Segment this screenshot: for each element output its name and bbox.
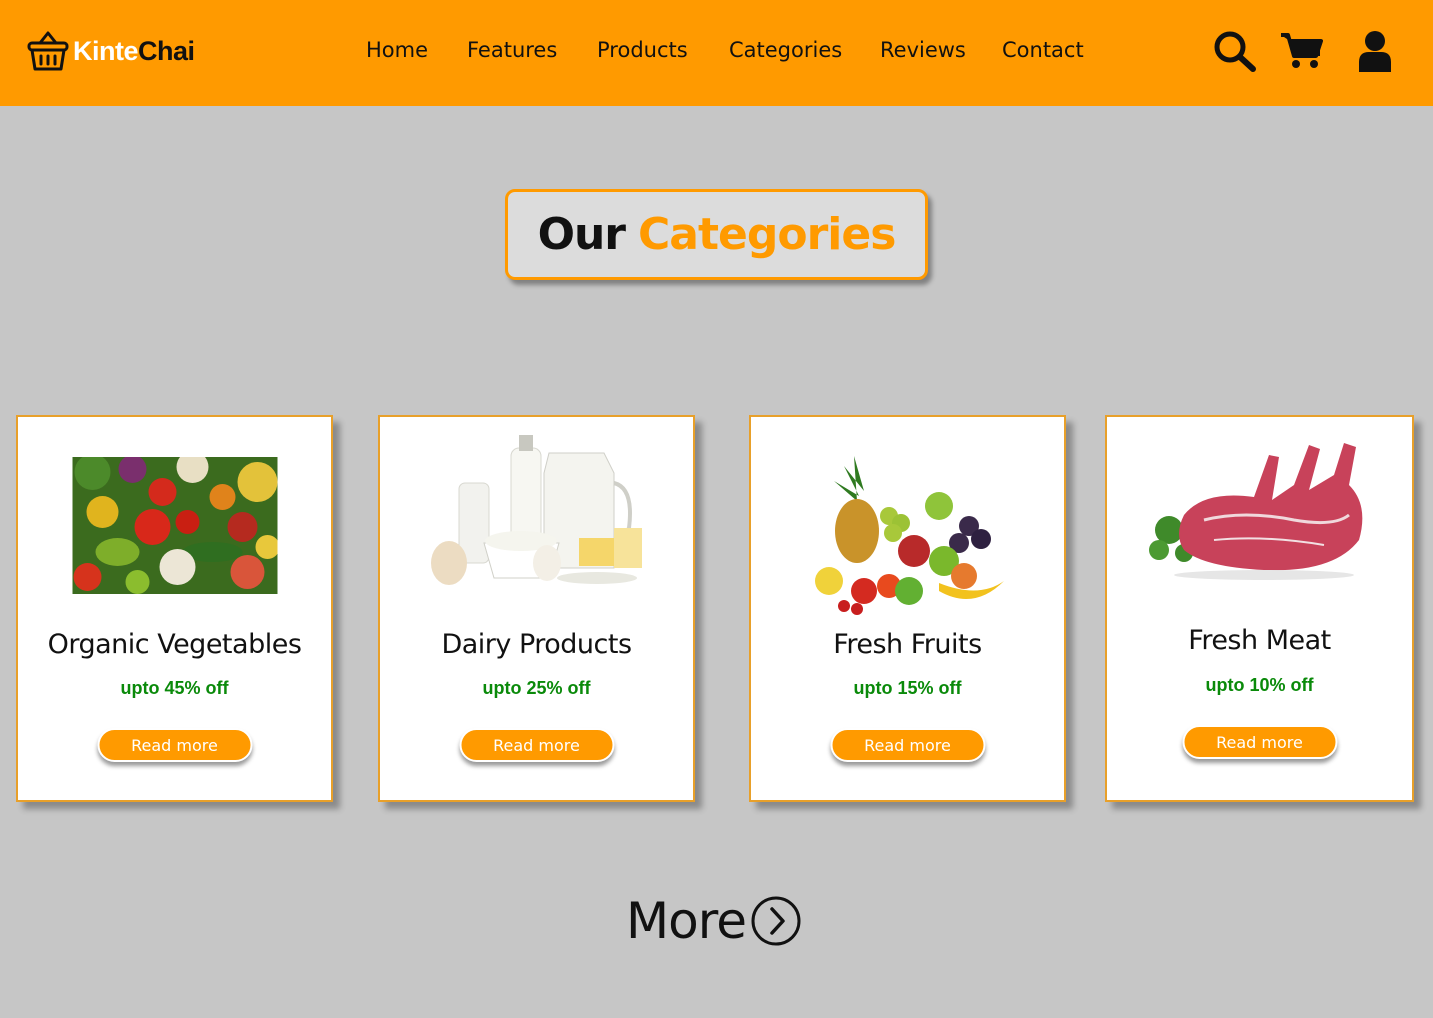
meat-image bbox=[1148, 443, 1362, 580]
vegetables-image bbox=[72, 457, 277, 594]
section-title: Our Categories bbox=[505, 189, 928, 280]
nav-contact[interactable]: Contact bbox=[1002, 38, 1084, 62]
read-more-button[interactable]: Read more bbox=[830, 728, 985, 762]
user-icon[interactable] bbox=[1357, 30, 1393, 72]
card-discount: upto 10% off bbox=[1205, 675, 1314, 695]
card-title: Organic Vegetables bbox=[47, 629, 302, 660]
card-discount: upto 45% off bbox=[120, 678, 229, 698]
nav-products[interactable]: Products bbox=[597, 38, 688, 62]
category-card-dairy: Dairy Products upto 25% off Read more bbox=[378, 415, 695, 802]
brand-name-part1: Kinte bbox=[73, 35, 139, 66]
fruits-image bbox=[814, 456, 1004, 615]
read-more-button[interactable]: Read more bbox=[97, 728, 252, 762]
brand-name-part2: Chai bbox=[138, 35, 195, 66]
nav-home[interactable]: Home bbox=[366, 38, 428, 62]
cart-icon[interactable] bbox=[1280, 32, 1324, 70]
read-more-button[interactable]: Read more bbox=[1182, 725, 1337, 759]
card-title: Fresh Meat bbox=[1188, 625, 1331, 656]
header-bar: KinteChai Home Features Products Categor… bbox=[0, 0, 1433, 106]
search-icon[interactable] bbox=[1213, 30, 1257, 72]
chevron-right-circle-icon bbox=[751, 896, 801, 946]
nav-categories[interactable]: Categories bbox=[729, 38, 842, 62]
more-button[interactable]: More bbox=[626, 892, 802, 950]
basket-icon bbox=[27, 31, 69, 71]
category-card-vegetables: Organic Vegetables upto 45% off Read mor… bbox=[16, 415, 333, 802]
card-title: Fresh Fruits bbox=[833, 629, 982, 660]
card-discount: upto 15% off bbox=[853, 678, 962, 698]
nav-features[interactable]: Features bbox=[467, 38, 557, 62]
category-card-fruits: Fresh Fruits upto 15% off Read more bbox=[749, 415, 1066, 802]
card-title: Dairy Products bbox=[441, 629, 632, 660]
dairy-image bbox=[430, 435, 642, 585]
nav-reviews[interactable]: Reviews bbox=[880, 38, 966, 62]
category-card-meat: Fresh Meat upto 10% off Read more bbox=[1105, 415, 1414, 802]
section-title-part1: Our bbox=[537, 209, 626, 260]
brand-name: KinteChai bbox=[73, 36, 195, 67]
brand-logo[interactable]: KinteChai bbox=[27, 28, 195, 74]
card-discount: upto 25% off bbox=[482, 678, 591, 698]
read-more-button[interactable]: Read more bbox=[459, 728, 614, 762]
more-label: More bbox=[626, 892, 747, 950]
section-title-part2: Categories bbox=[638, 209, 896, 260]
